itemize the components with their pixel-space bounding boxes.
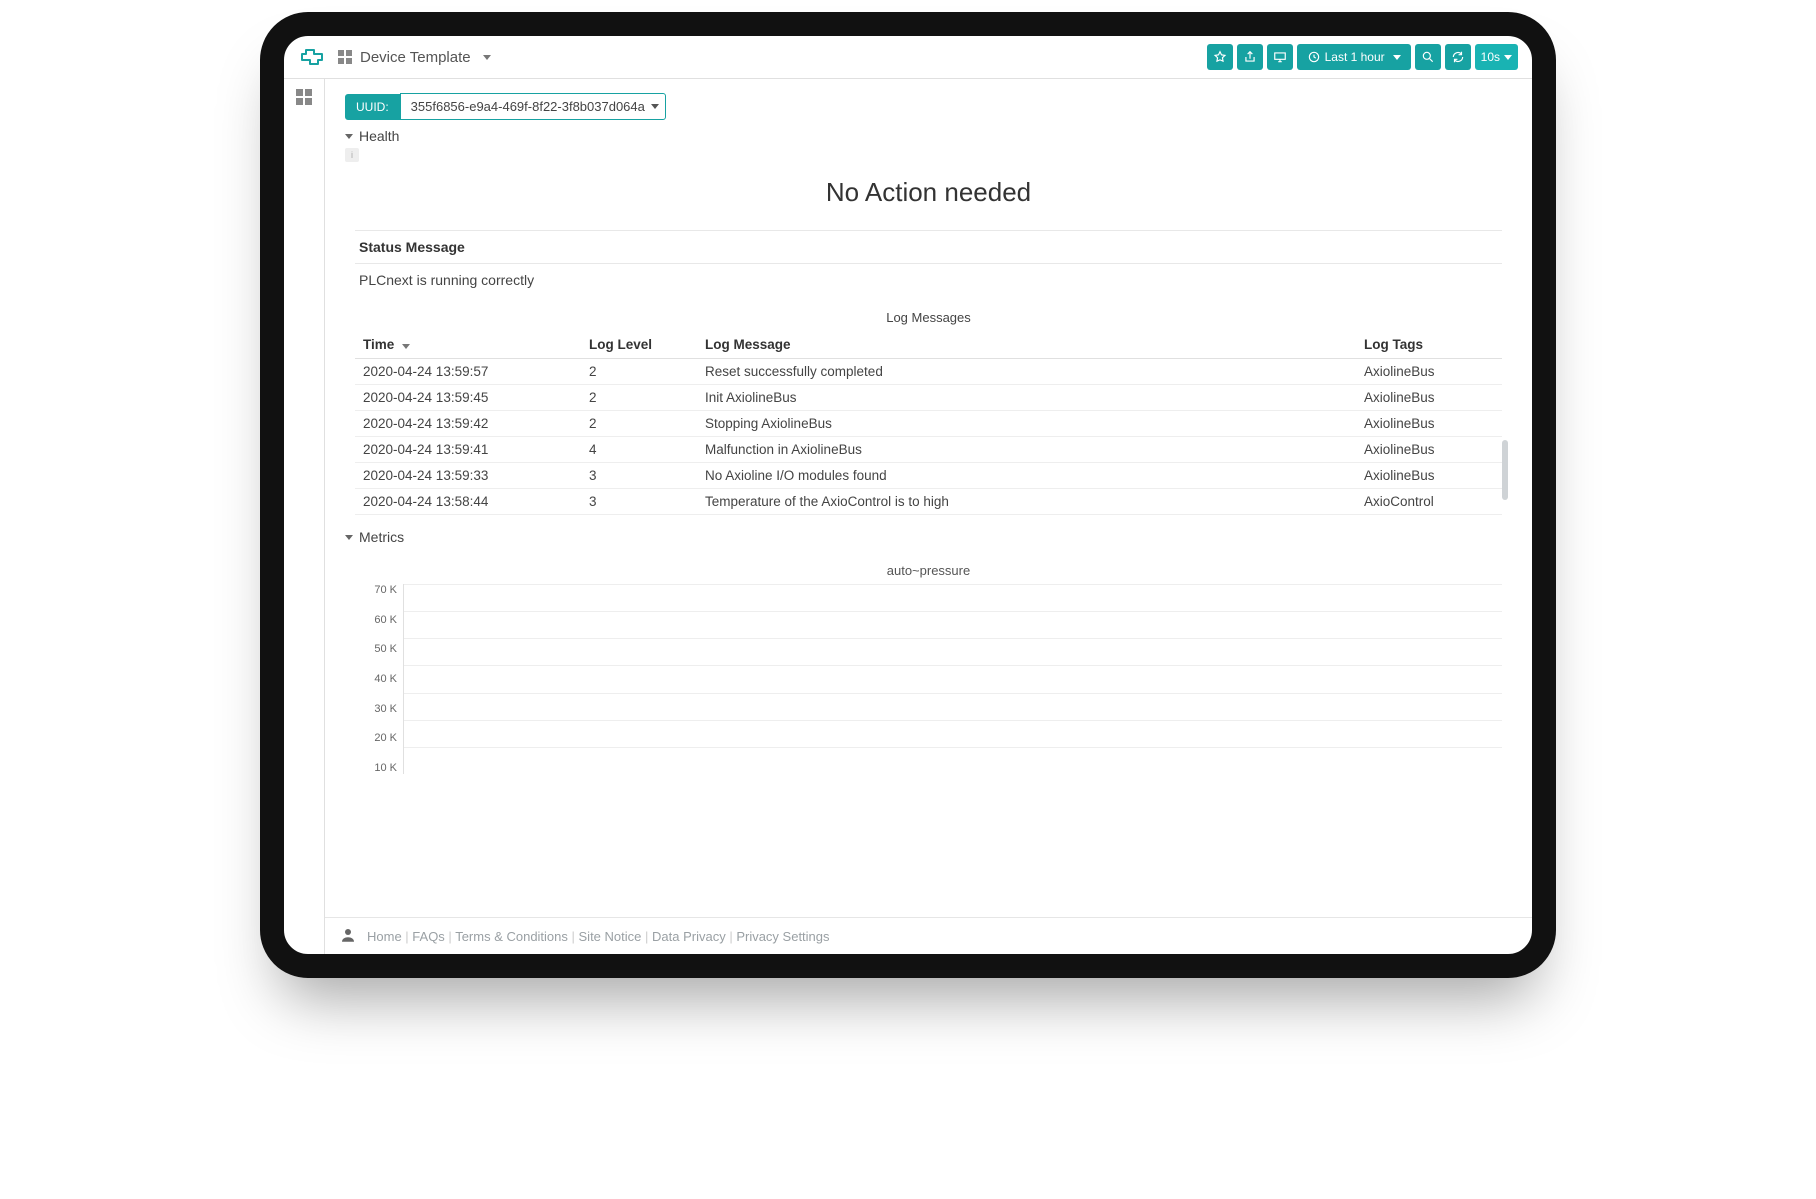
- chevron-down-icon: [651, 104, 659, 109]
- chevron-down-icon: [345, 134, 353, 139]
- col-time[interactable]: Time: [355, 331, 581, 359]
- section-health-label: Health: [359, 128, 399, 144]
- section-health-toggle[interactable]: Health: [345, 128, 1512, 144]
- dashboard-icon: [338, 50, 352, 64]
- uuid-selector[interactable]: UUID: 355f6856-e9a4-469f-8f22-3f8b037d06…: [345, 93, 1512, 120]
- col-message[interactable]: Log Message: [697, 331, 1356, 359]
- sort-desc-icon: [402, 344, 410, 349]
- status-block: Status Message PLCnext is running correc…: [355, 230, 1502, 296]
- status-label: Status Message: [355, 231, 1502, 264]
- section-metrics-label: Metrics: [359, 529, 404, 545]
- user-icon[interactable]: [339, 926, 357, 947]
- tablet-frame: Device Template Last 1 hour 10s: [260, 12, 1556, 978]
- sidebar-dashboards-icon[interactable]: [296, 89, 312, 105]
- footer-link[interactable]: Privacy Settings: [736, 929, 829, 944]
- sidebar: [284, 79, 325, 954]
- info-icon[interactable]: i: [345, 148, 359, 162]
- top-bar: Device Template Last 1 hour 10s: [284, 36, 1532, 79]
- chevron-down-icon: [1393, 55, 1401, 60]
- footer-link[interactable]: Terms & Conditions: [455, 929, 568, 944]
- chevron-down-icon: [345, 535, 353, 540]
- table-row[interactable]: 2020-04-24 13:59:414Malfunction in Axiol…: [355, 437, 1502, 463]
- footer-link[interactable]: Site Notice: [579, 929, 642, 944]
- share-button[interactable]: [1237, 44, 1263, 70]
- chart-plot[interactable]: [403, 584, 1502, 774]
- app-logo-icon: [300, 48, 324, 66]
- zoom-button[interactable]: [1415, 44, 1441, 70]
- time-range-button[interactable]: Last 1 hour: [1297, 44, 1411, 70]
- col-level[interactable]: Log Level: [581, 331, 697, 359]
- table-row[interactable]: 2020-04-24 13:59:422Stopping AxiolineBus…: [355, 411, 1502, 437]
- log-table: Time Log Level Log Message Log Tags 2020…: [355, 331, 1502, 515]
- section-metrics-toggle[interactable]: Metrics: [345, 529, 1512, 545]
- footer-link[interactable]: Data Privacy: [652, 929, 726, 944]
- chevron-down-icon: [1504, 55, 1512, 60]
- table-row[interactable]: 2020-04-24 13:59:572Reset successfully c…: [355, 359, 1502, 385]
- chart-panel: auto~pressure 70 K60 K50 K40 K30 K20 K10…: [355, 563, 1502, 774]
- table-row[interactable]: 2020-04-24 13:58:443Temperature of the A…: [355, 489, 1502, 515]
- footer: Home | FAQs | Terms & Conditions | Site …: [325, 917, 1532, 954]
- refresh-button[interactable]: [1445, 44, 1471, 70]
- refresh-interval-label: 10s: [1481, 50, 1500, 64]
- uuid-value[interactable]: 355f6856-e9a4-469f-8f22-3f8b037d064a: [400, 93, 666, 120]
- health-headline: No Action needed: [345, 177, 1512, 208]
- chart-title: auto~pressure: [355, 563, 1502, 578]
- footer-link[interactable]: FAQs: [412, 929, 445, 944]
- status-text: PLCnext is running correctly: [355, 264, 1502, 296]
- time-range-label: Last 1 hour: [1325, 50, 1385, 64]
- footer-link[interactable]: Home: [367, 929, 402, 944]
- col-tags[interactable]: Log Tags: [1356, 331, 1502, 359]
- star-button[interactable]: [1207, 44, 1233, 70]
- title-dropdown-icon[interactable]: [483, 55, 491, 60]
- table-row[interactable]: 2020-04-24 13:59:452Init AxiolineBusAxio…: [355, 385, 1502, 411]
- table-row[interactable]: 2020-04-24 13:59:333No Axioline I/O modu…: [355, 463, 1502, 489]
- uuid-label: UUID:: [345, 94, 400, 120]
- monitor-button[interactable]: [1267, 44, 1293, 70]
- refresh-interval-button[interactable]: 10s: [1475, 44, 1518, 70]
- page-title[interactable]: Device Template: [360, 49, 471, 66]
- content: UUID: 355f6856-e9a4-469f-8f22-3f8b037d06…: [325, 79, 1532, 917]
- screen: Device Template Last 1 hour 10s: [284, 36, 1532, 954]
- table-scrollbar[interactable]: [1502, 440, 1508, 500]
- chart-yaxis: 70 K60 K50 K40 K30 K20 K10 K: [355, 584, 403, 774]
- clock-icon: [1307, 50, 1321, 64]
- log-title: Log Messages: [345, 310, 1512, 325]
